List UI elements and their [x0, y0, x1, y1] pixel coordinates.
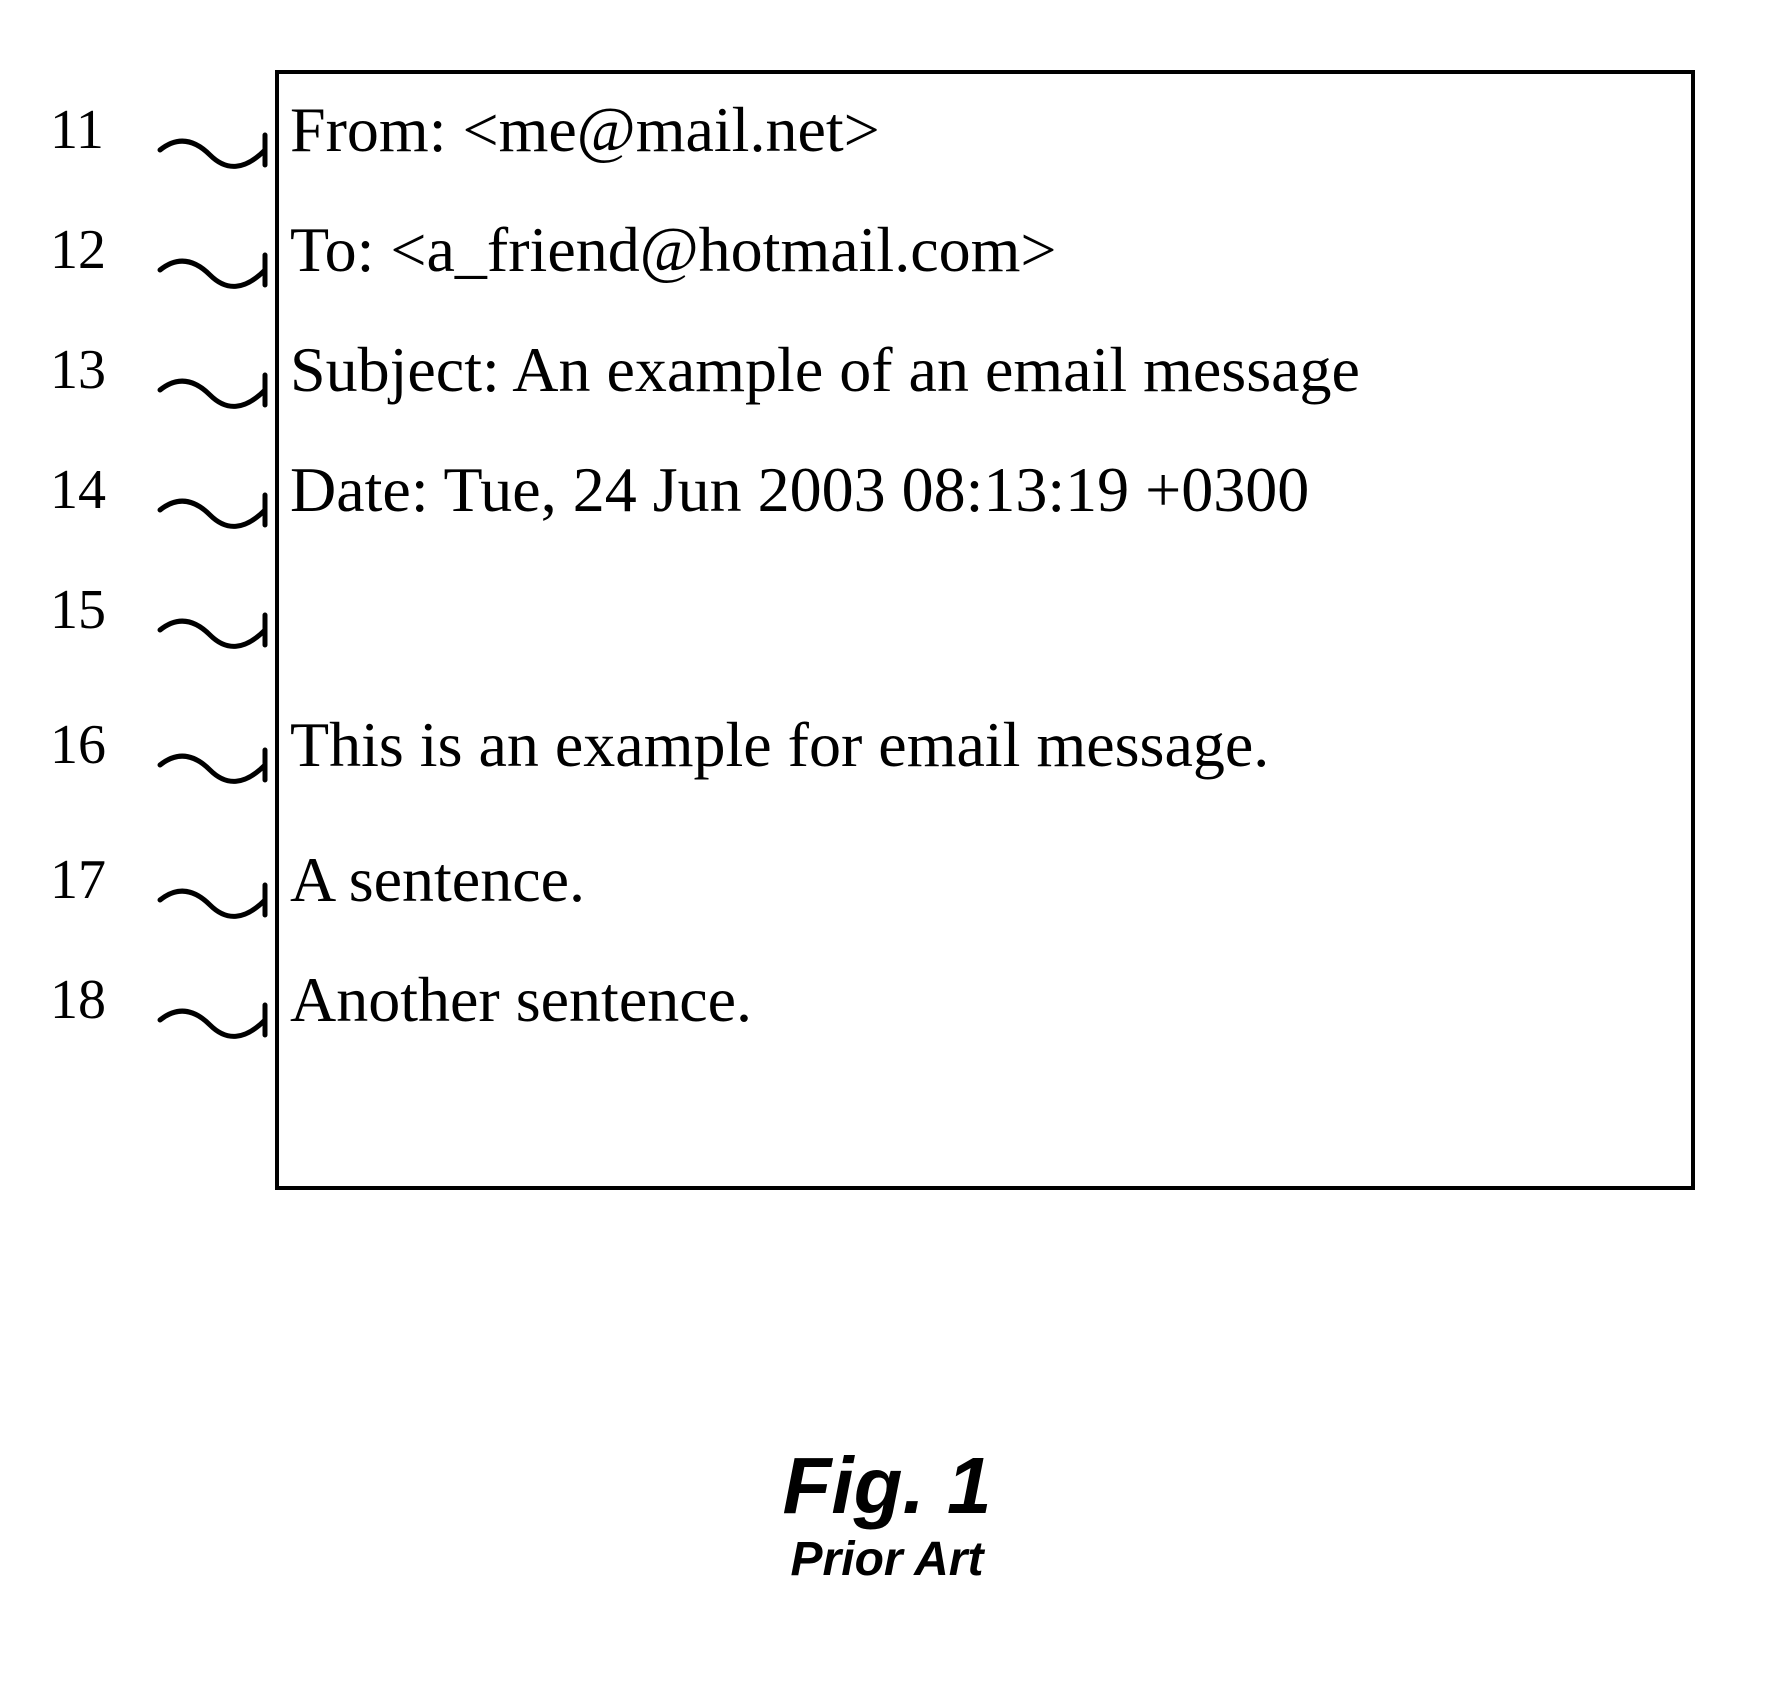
callout-connector	[160, 460, 270, 520]
callout-number-12: 12	[40, 218, 160, 282]
row-body1: 16 This is an example for email message.	[40, 670, 1360, 820]
callout-connector	[160, 340, 270, 400]
email-date-line: Date: Tue, 24 Jun 2003 08:13:19 +0300	[270, 453, 1309, 527]
callout-number-13: 13	[40, 338, 160, 402]
email-body-line-1: This is an example for email message.	[270, 708, 1269, 782]
figure-caption: Fig. 1 Prior Art	[0, 1440, 1774, 1587]
annotated-rows: 11 From: <me@mail.net> 12 To: <a_friend@…	[40, 70, 1360, 1060]
row-body2: 17 A sentence.	[40, 820, 1360, 940]
callout-number-17: 17	[40, 848, 160, 912]
callout-number-15: 15	[40, 578, 160, 642]
row-to: 12 To: <a_friend@hotmail.com>	[40, 190, 1360, 310]
row-blank: 15	[40, 550, 1360, 670]
callout-number-14: 14	[40, 458, 160, 522]
email-subject-line: Subject: An example of an email message	[270, 333, 1360, 407]
callout-connector	[160, 970, 270, 1030]
lead-line-icon	[160, 970, 270, 1090]
callout-number-16: 16	[40, 713, 160, 777]
callout-connector	[160, 715, 270, 775]
caption-title: Fig. 1	[0, 1440, 1774, 1532]
callout-number-11: 11	[40, 98, 160, 162]
caption-subtitle: Prior Art	[0, 1532, 1774, 1587]
callout-connector	[160, 100, 270, 160]
email-body-line-2: A sentence.	[270, 843, 585, 917]
email-to-line: To: <a_friend@hotmail.com>	[270, 213, 1056, 287]
callout-connector	[160, 220, 270, 280]
row-subject: 13 Subject: An example of an email messa…	[40, 310, 1360, 430]
callout-connector	[160, 580, 270, 640]
email-blank-line	[270, 573, 306, 647]
callout-connector	[160, 850, 270, 910]
row-date: 14 Date: Tue, 24 Jun 2003 08:13:19 +0300	[40, 430, 1360, 550]
row-from: 11 From: <me@mail.net>	[40, 70, 1360, 190]
callout-number-18: 18	[40, 968, 160, 1032]
email-from-line: From: <me@mail.net>	[270, 93, 880, 167]
lead-line-icon	[160, 715, 270, 835]
row-body3: 18 Another sentence.	[40, 940, 1360, 1060]
email-body-line-3: Another sentence.	[270, 963, 752, 1037]
